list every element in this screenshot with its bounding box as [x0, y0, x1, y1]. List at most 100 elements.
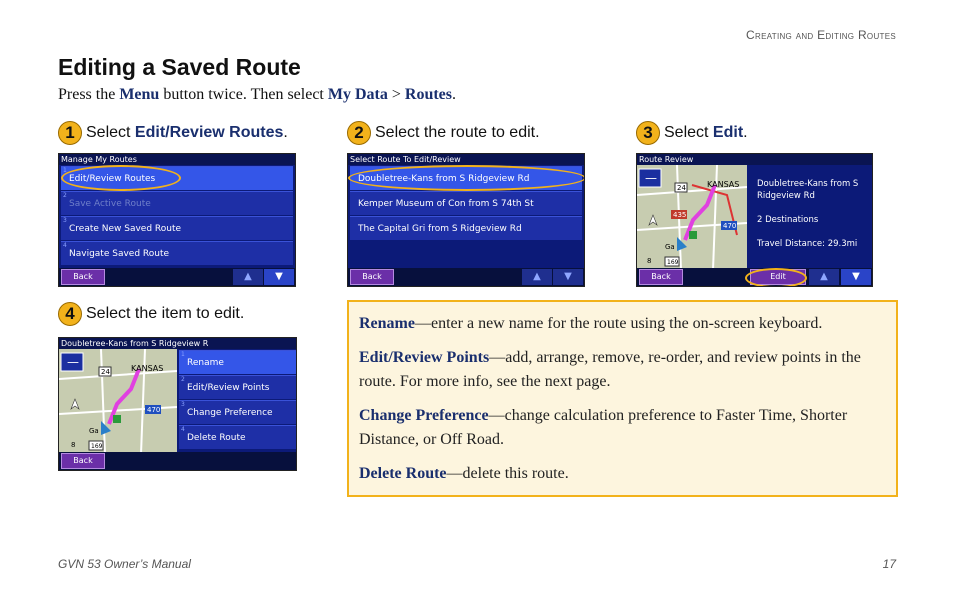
intro-mydata-term: My Data	[327, 86, 388, 103]
svg-text:Ga: Ga	[89, 427, 99, 435]
step-3: 3 Select Edit.	[636, 121, 748, 145]
down-arrow-icon[interactable]: ▼	[841, 269, 871, 285]
option-label: Change Preference	[187, 408, 273, 418]
svg-text:KANSAS: KANSAS	[707, 180, 739, 189]
info-box: Rename—enter a new name for the route us…	[347, 300, 898, 497]
section-header: Creating and Editing Routes	[746, 28, 896, 42]
menu-item-label: Navigate Saved Route	[69, 249, 170, 259]
back-button[interactable]: Back	[639, 269, 683, 285]
desc-delete: —delete this route.	[446, 465, 569, 482]
step-2-text: Select the route to edit.	[375, 124, 540, 141]
route-item-1[interactable]: Doubletree-Kans from S Ridgeview Rd	[350, 166, 582, 190]
step-number-badge: 2	[347, 121, 371, 145]
screen-edit-route: Doubletree-Kans from S Ridgeview R — 24 …	[58, 337, 297, 471]
up-arrow-icon[interactable]: ▲	[522, 269, 552, 285]
intro-text: Press the Menu button twice. Then select…	[58, 86, 456, 104]
back-button[interactable]: Back	[350, 269, 394, 285]
desc-rename: —enter a new name for the route using th…	[414, 315, 823, 332]
route-name: Doubletree-Kans from S Ridgeview Rd	[757, 179, 859, 201]
intro-mid: button twice. Then select	[163, 86, 324, 103]
option-edit-review-points[interactable]: 2 Edit/Review Points	[179, 375, 296, 399]
back-button[interactable]: Back	[61, 453, 105, 469]
svg-text:24: 24	[101, 368, 110, 376]
term-change-preference: Change Preference	[359, 407, 489, 424]
bottom-bar: Back Edit ▲ ▼	[637, 268, 872, 286]
step-1: 1 Select Edit/Review Routes.	[58, 121, 288, 145]
svg-text:KANSAS: KANSAS	[131, 364, 163, 373]
step-1-term: Edit/Review Routes	[134, 124, 284, 141]
option-change-preference[interactable]: 3 Change Preference	[179, 400, 296, 424]
edit-options-list: 1 Rename 2 Edit/Review Points 3 Change Pref…	[177, 349, 296, 449]
route-item-label: Kemper Museum of Con from S 74th St	[358, 199, 534, 209]
svg-text:470: 470	[723, 222, 736, 230]
route-map[interactable]: — 24 KANSAS 470 Ga 8 169	[59, 349, 177, 454]
svg-text:169: 169	[91, 443, 103, 450]
down-arrow-icon[interactable]: ▼	[264, 269, 294, 285]
screen-route-review: Route Review — 24 KANSAS 435 470 Ga 8 16…	[636, 153, 873, 287]
step-number-badge: 4	[58, 302, 82, 326]
option-label: Rename	[187, 358, 224, 368]
svg-text:435: 435	[673, 211, 686, 219]
bottom-bar: Back	[59, 452, 296, 470]
term-edit-review: Edit/Review Points	[359, 349, 490, 366]
svg-text:—: —	[645, 171, 657, 185]
screen-title: Doubletree-Kans from S Ridgeview R	[59, 338, 296, 349]
route-item-label: Doubletree-Kans from S Ridgeview Rd	[358, 174, 530, 184]
menu-item-label: Edit/Review Routes	[69, 174, 156, 184]
route-item-3[interactable]: The Capital Gri from S Ridgeview Rd	[350, 216, 582, 240]
bottom-bar: Back ▲ ▼	[59, 268, 295, 286]
screen-manage-routes: Manage My Routes 1 Edit/Review Routes 2 Sa…	[58, 153, 296, 287]
option-rename[interactable]: 1 Rename	[179, 350, 296, 374]
route-item-2[interactable]: Kemper Museum of Con from S 74th St	[350, 191, 582, 215]
intro-pre: Press the	[58, 86, 116, 103]
term-delete: Delete Route	[359, 465, 447, 482]
menu-item-navigate-saved-route[interactable]: 4 Navigate Saved Route	[61, 241, 293, 265]
info-delete: Delete Route—delete this route.	[359, 462, 886, 486]
option-delete-route[interactable]: 4 Delete Route	[179, 425, 296, 449]
svg-text:8: 8	[71, 441, 75, 449]
menu-item-create-new-saved-route[interactable]: 3 Create New Saved Route	[61, 216, 293, 240]
step-3-term: Edit	[712, 124, 744, 141]
menu-item-edit-review-routes[interactable]: 1 Edit/Review Routes	[61, 166, 293, 190]
down-arrow-icon[interactable]: ▼	[553, 269, 583, 285]
menu-item-save-active-route: 2 Save Active Route	[61, 191, 293, 215]
edit-button[interactable]: Edit	[750, 269, 806, 285]
travel-distance: Travel Distance: 29.3mi	[757, 239, 858, 249]
info-change-preference: Change Preference—change calculation pre…	[359, 404, 886, 452]
manual-name: GVN 53 Owner’s Manual	[58, 557, 191, 571]
svg-text:169: 169	[667, 259, 679, 266]
svg-text:24: 24	[677, 184, 686, 192]
info-rename: Rename—enter a new name for the route us…	[359, 312, 886, 336]
svg-text:8: 8	[647, 257, 651, 265]
up-arrow-icon[interactable]: ▲	[809, 269, 839, 285]
up-arrow-icon[interactable]: ▲	[233, 269, 263, 285]
step-3-pre: Select	[664, 124, 709, 141]
menu-item-label: Save Active Route	[69, 199, 151, 209]
intro-routes-term: Routes	[404, 86, 452, 103]
screen-title: Route Review	[637, 154, 872, 165]
map-graphic: — 24 KANSAS 435 470 Ga 8 169	[637, 165, 747, 270]
option-label: Edit/Review Points	[187, 383, 270, 393]
screen-title: Select Route To Edit/Review	[348, 154, 584, 165]
route-item-label: The Capital Gri from S Ridgeview Rd	[358, 224, 522, 234]
step-4-text: Select the item to edit.	[86, 305, 245, 322]
back-button[interactable]: Back	[61, 269, 105, 285]
bottom-bar: Back ▲ ▼	[348, 268, 584, 286]
map-graphic: — 24 KANSAS 470 Ga 8 169	[59, 349, 177, 454]
step-number-badge: 3	[636, 121, 660, 145]
screen-title: Manage My Routes	[59, 154, 295, 165]
step-3-post: .	[743, 124, 748, 141]
route-map[interactable]: — 24 KANSAS 435 470 Ga 8 169	[637, 165, 747, 270]
term-rename: Rename	[359, 315, 415, 332]
page-number: 17	[882, 557, 896, 571]
menu-item-label: Create New Saved Route	[69, 224, 182, 234]
info-edit-review: Edit/Review Points—add, arrange, remove,…	[359, 346, 886, 394]
destination-count: 2 Destinations	[757, 215, 819, 225]
page-title: Editing a Saved Route	[58, 54, 301, 80]
svg-text:470: 470	[147, 406, 160, 414]
screen-select-route: Select Route To Edit/Review Doubletree-K…	[347, 153, 585, 287]
route-summary-panel: Doubletree-Kans from S Ridgeview Rd 2 De…	[749, 172, 872, 272]
step-1-post: .	[283, 124, 288, 141]
step-4: 4 Select the item to edit.	[58, 302, 244, 326]
intro-end: .	[452, 86, 456, 103]
